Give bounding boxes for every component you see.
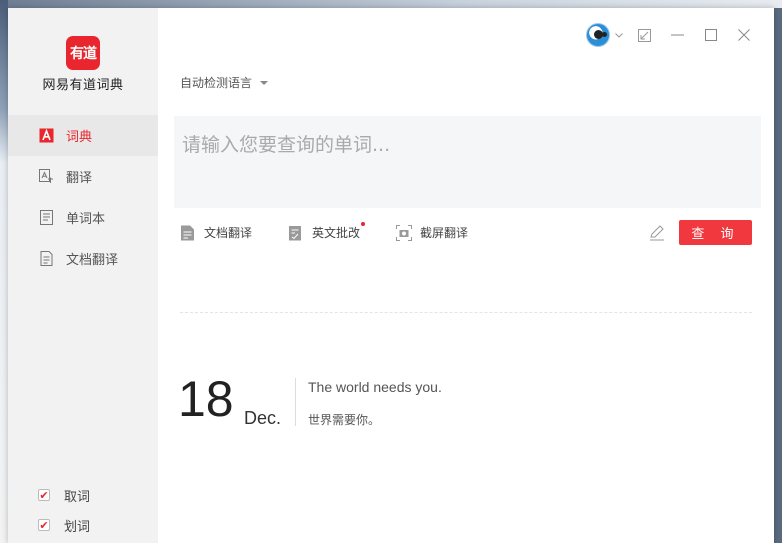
- mini-mode-icon[interactable]: [628, 22, 661, 48]
- caret-down-icon: [260, 80, 269, 85]
- checkbox-capture-word[interactable]: ✔: [38, 489, 50, 501]
- handwriting-icon[interactable]: [648, 224, 666, 242]
- sidebar: 有道 网易有道词典 词典 翻译 单词本 文档翻译 ✔ 取词 ✔ 划词: [8, 8, 158, 543]
- daily-day: 18: [178, 371, 234, 427]
- chevron-down-icon[interactable]: [610, 22, 628, 48]
- app-window: 有道 网易有道词典 词典 翻译 单词本 文档翻译 ✔ 取词 ✔ 划词 自动检测语…: [8, 8, 774, 543]
- divider: [180, 312, 752, 313]
- sidebar-item-label: 翻译: [66, 171, 93, 186]
- app-name: 网易有道词典: [42, 78, 124, 93]
- tool-bar: 文档翻译 英文批改 截屏翻译: [180, 222, 504, 241]
- sidebar-item-doc-translate[interactable]: 文档翻译: [8, 238, 158, 279]
- sidebar-item-translate[interactable]: 翻译: [8, 156, 158, 197]
- checkbox-label: 划词: [64, 519, 91, 535]
- language-select[interactable]: 自动检测语言: [180, 74, 269, 91]
- document-icon: [38, 251, 54, 267]
- doc-translate-label: 文档翻译: [204, 226, 253, 240]
- checkbox-row-select-word[interactable]: ✔ 划词: [38, 510, 90, 540]
- desktop-background-top: [0, 0, 782, 8]
- screenshot-translate-label: 截屏翻译: [420, 226, 469, 240]
- camera-icon: [396, 224, 413, 241]
- sidebar-item-label: 词典: [66, 130, 93, 145]
- notification-dot: [361, 222, 366, 226]
- sidebar-item-dictionary[interactable]: 词典: [8, 115, 158, 156]
- quote-separator: [295, 378, 296, 426]
- daily-quote-english[interactable]: The world needs you.: [308, 379, 442, 395]
- screenshot-translate-button[interactable]: 截屏翻译: [396, 224, 468, 241]
- dictionary-icon: [38, 128, 54, 144]
- search-input[interactable]: [174, 116, 761, 208]
- checkbox-label: 取词: [64, 489, 91, 505]
- daily-quote-chinese: 世界需要你。: [308, 413, 381, 427]
- app-logo: 有道: [66, 36, 100, 70]
- sidebar-item-label: 单词本: [66, 212, 106, 227]
- titlebar-controls: [586, 22, 760, 48]
- sidebar-nav: 词典 翻译 单词本 文档翻译: [8, 115, 158, 279]
- capture-options: ✔ 取词 ✔ 划词: [38, 480, 90, 540]
- query-button[interactable]: 查 询: [679, 220, 752, 245]
- edit-document-icon: [288, 225, 304, 241]
- daily-month: Dec.: [244, 408, 282, 428]
- document-icon: [180, 225, 196, 241]
- wordbook-icon: [38, 210, 54, 226]
- minimize-icon[interactable]: [661, 22, 694, 48]
- main-panel: 自动检测语言 文档翻译 英文批改 截屏翻译: [158, 8, 774, 543]
- desktop-background-left: [0, 0, 8, 543]
- checkbox-select-word[interactable]: ✔: [38, 519, 50, 531]
- close-icon[interactable]: [727, 22, 760, 48]
- language-select-value: 自动检测语言: [180, 76, 253, 90]
- maximize-icon[interactable]: [694, 22, 727, 48]
- english-correction-button[interactable]: 英文批改: [288, 222, 366, 241]
- user-avatar[interactable]: [586, 23, 610, 47]
- doc-translate-button[interactable]: 文档翻译: [180, 224, 252, 241]
- sidebar-item-wordbook[interactable]: 单词本: [8, 197, 158, 238]
- sidebar-item-label: 文档翻译: [66, 253, 119, 268]
- english-correction-label: 英文批改: [312, 226, 361, 240]
- translate-icon: [38, 169, 54, 185]
- checkbox-row-capture-word[interactable]: ✔ 取词: [38, 480, 90, 510]
